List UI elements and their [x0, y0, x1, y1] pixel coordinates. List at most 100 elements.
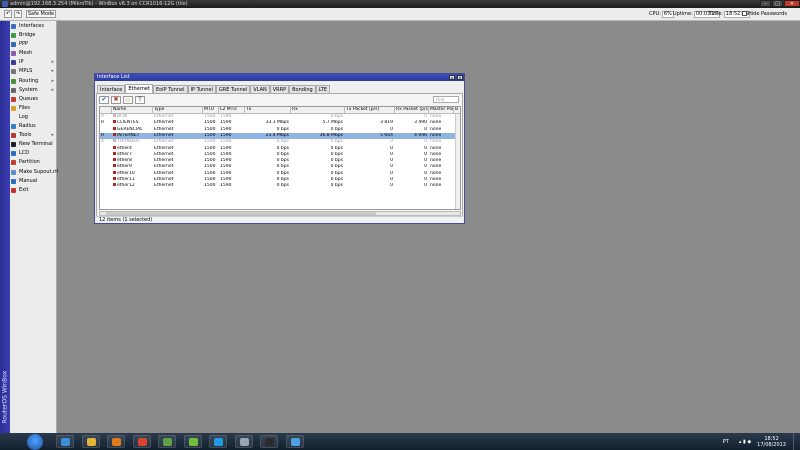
redo-button[interactable]: ↷	[14, 10, 22, 18]
taskbar-app-terminal[interactable]	[260, 435, 278, 448]
tab-content: ✔ ✖ ▭ ⊤ Find Name Type MTU L2 MTU Tx Rx Tx Pac…	[96, 93, 463, 220]
tab-bonding[interactable]: Bonding	[289, 85, 316, 93]
sidebar-item-label: Make Supout.rif	[19, 168, 59, 175]
hide-passwords-label: Hide Passwords	[748, 11, 787, 17]
language-indicator[interactable]: PT	[723, 439, 729, 445]
column-header[interactable]: Name	[112, 107, 153, 114]
sidebar-item-partition[interactable]: Partition	[10, 158, 57, 167]
column-header[interactable]: B	[454, 107, 460, 114]
sidebar-item-exit[interactable]: Exit	[10, 186, 57, 195]
cell-txp: 0	[390, 183, 393, 189]
sidebar-item-label: Partition	[19, 159, 40, 166]
disable-icon[interactable]: ✖	[111, 96, 121, 104]
column-header[interactable]: Rx	[291, 107, 345, 114]
tab-eoip-tunnel[interactable]: EoIP Tunnel	[152, 85, 188, 93]
scroll-thumb[interactable]	[106, 212, 376, 215]
sidebar-item-label: Log	[19, 113, 28, 120]
tab-ip-tunnel[interactable]: IP Tunnel	[187, 85, 216, 93]
sidebar-item-queues[interactable]: Queues	[10, 95, 57, 104]
sidebar-item-ip[interactable]: IP ▸	[10, 58, 57, 67]
tab-gre-tunnel[interactable]: GRE Tunnel	[215, 85, 251, 93]
taskbar-app-utorrent[interactable]	[183, 435, 202, 448]
show-desktop-button[interactable]	[793, 433, 800, 450]
interface-name: ether10	[117, 170, 135, 176]
find-input[interactable]: Find	[433, 96, 459, 103]
undo-button[interactable]: ↶	[4, 10, 12, 18]
sidebar-item-radius[interactable]: Radius	[10, 122, 57, 131]
tools-icon	[11, 133, 16, 139]
taskbar-app-chrome[interactable]	[132, 435, 151, 448]
interface-name: GERENCIAL	[117, 126, 143, 132]
sidebar-item-bridge[interactable]: Bridge	[10, 31, 57, 40]
tab-vrrp[interactable]: VRRP	[269, 85, 290, 93]
sidebar-item-label: Tools	[19, 132, 32, 139]
interface-name: ether7	[117, 151, 132, 157]
cell-rx: 0 bps	[330, 183, 343, 189]
cell-flag	[100, 183, 112, 189]
comment-icon[interactable]: ▭	[123, 96, 133, 104]
tab-lte[interactable]: LTE	[315, 85, 331, 93]
sidebar-item-mpls[interactable]: MPLS ▸	[10, 67, 57, 76]
interface-list-titlebar[interactable]: Interface List ▫ ×	[95, 74, 464, 81]
interface-table: Name Type MTU L2 MTU Tx Rx Tx Packet (p/s) Rx P…	[99, 106, 461, 210]
close-button[interactable]: ✕	[784, 0, 800, 7]
sidebar-item-label: Interfaces	[19, 23, 44, 29]
minimize-button[interactable]: –	[760, 0, 771, 7]
sidebar-item-make-supout-rif[interactable]: Make Supout.rif	[10, 168, 59, 177]
column-header[interactable]: Tx Packet (p/s)	[345, 107, 395, 114]
submenu-arrow-icon: ▸	[51, 77, 54, 84]
column-header[interactable]: Type	[153, 107, 203, 114]
window-restore-button[interactable]: ▫	[449, 75, 455, 80]
column-header[interactable]: Rx Packet (p/s)	[395, 107, 429, 114]
taskbar-app-sql[interactable]	[234, 435, 253, 448]
clock[interactable]: 18:52 17/08/2013	[757, 436, 786, 448]
tab-vlan[interactable]: VLAN	[250, 85, 270, 93]
sidebar-item-label: New Terminal	[19, 141, 53, 148]
sidebar-item-lcd[interactable]: LCD	[10, 149, 57, 158]
column-header[interactable]	[100, 107, 112, 114]
sidebar-item-label: PPP	[19, 41, 29, 48]
sidebar-item-interfaces[interactable]: Interfaces	[10, 22, 57, 31]
cell-master: none	[430, 183, 442, 189]
sidebar-item-tools[interactable]: Tools ▸	[10, 131, 57, 140]
taskbar-app-ie[interactable]	[56, 435, 74, 448]
sidebar-item-log[interactable]: Log	[10, 113, 57, 122]
sidebar-item-ppp[interactable]: PPP	[10, 40, 57, 49]
time-label: Time:	[709, 11, 723, 17]
start-button[interactable]	[27, 434, 43, 450]
tab-ethernet[interactable]: Ethernet	[125, 84, 153, 93]
vertical-scrollbar[interactable]	[455, 114, 460, 209]
filter-icon[interactable]: ⊤	[135, 96, 145, 104]
cell-type: Ethernet	[154, 183, 174, 189]
window-close-button[interactable]: ×	[457, 75, 463, 80]
sidebar-item-mesh[interactable]: Mesh	[10, 49, 57, 58]
column-header[interactable]: Master Port	[429, 107, 454, 114]
column-header[interactable]: Tx	[245, 107, 291, 114]
taskbar-app-explorer[interactable]	[81, 435, 100, 448]
column-header[interactable]: MTU	[203, 107, 219, 114]
sidebar-item-label: Routing	[19, 77, 39, 84]
taskbar: PT ▴ ▮ ◆ 18:52 17/08/2013	[0, 433, 800, 450]
sidebar-item-label: IP	[19, 59, 24, 66]
taskbar-app-network[interactable]	[158, 435, 176, 448]
sidebar-item-routing[interactable]: Routing ▸	[10, 77, 57, 86]
enable-icon[interactable]: ✔	[99, 96, 109, 104]
table-row[interactable]: ether12Ethernet150015900 bps0 bps00noneu…	[100, 183, 460, 189]
tab-interface[interactable]: Interface	[97, 85, 126, 93]
taskbar-app-media-player[interactable]	[107, 435, 125, 448]
ethernet-port-icon	[113, 120, 116, 124]
manual-icon	[11, 178, 16, 184]
maximize-button[interactable]: □	[772, 0, 783, 7]
hide-passwords-checkbox[interactable]	[742, 11, 747, 16]
sidebar-item-manual[interactable]: Manual	[10, 177, 57, 186]
taskbar-app-skype[interactable]	[209, 435, 227, 448]
hide-passwords-toggle[interactable]: Hide Passwords	[742, 11, 787, 18]
sidebar-item-system[interactable]: System ▸	[10, 86, 57, 95]
column-header[interactable]: L2 MTU	[219, 107, 245, 114]
ethernet-port-icon	[113, 126, 116, 130]
list-status: 12 items (1 selected)	[96, 216, 463, 223]
taskbar-app-winbox[interactable]	[285, 435, 304, 448]
sidebar-item-new-terminal[interactable]: New Terminal	[10, 140, 57, 149]
safe-mode-button[interactable]: Safe Mode	[26, 10, 56, 18]
sidebar-item-files[interactable]: Files	[10, 104, 57, 113]
